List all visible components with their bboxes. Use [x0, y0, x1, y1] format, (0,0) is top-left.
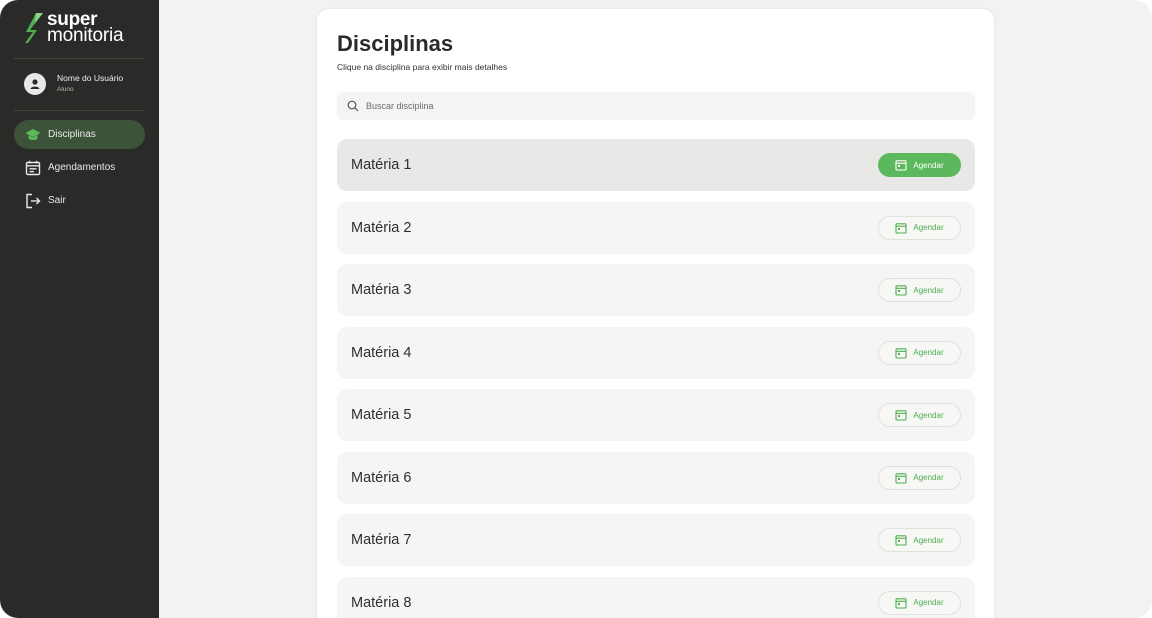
calendar-icon — [895, 597, 907, 609]
subject-name: Matéria 7 — [351, 532, 412, 548]
schedule-button[interactable]: Agendar — [878, 153, 961, 177]
schedule-button[interactable]: Agendar — [878, 340, 961, 365]
logo-bolt-icon — [25, 13, 43, 43]
search-bar[interactable] — [337, 92, 975, 120]
schedule-button-label: Agendar — [913, 223, 944, 232]
graduation-cap-icon — [25, 127, 41, 143]
sidebar-item-label: Sair — [48, 195, 66, 206]
schedule-button-label: Agendar — [913, 160, 944, 170]
logo: super monitoria — [24, 10, 124, 46]
search-input[interactable] — [366, 101, 946, 111]
subject-row[interactable]: Matéria 5 Agendar — [337, 389, 975, 441]
subject-name: Matéria 6 — [351, 469, 412, 486]
subject-row[interactable]: Matéria 1 Agendar — [337, 139, 975, 191]
schedule-button[interactable]: Agendar — [878, 528, 961, 552]
divider — [14, 58, 145, 59]
user-name: Nome do Usuário — [57, 73, 124, 83]
subject-name: Matéria 1 — [351, 157, 412, 173]
schedule-button[interactable]: Agendar — [878, 590, 961, 615]
calendar-icon — [895, 472, 907, 484]
sidebar-item-disciplinas[interactable]: Disciplinas — [14, 120, 145, 149]
sidebar-item-agendamentos[interactable]: Agendamentos — [14, 153, 145, 182]
calendar-icon — [895, 347, 907, 359]
sidebar: super monitoria Nome do Usuário Aluno Di… — [0, 0, 159, 618]
calendar-icon — [895, 535, 907, 546]
schedule-button-label: Agendar — [913, 410, 944, 420]
app-window: super monitoria Nome do Usuário Aluno Di… — [0, 0, 1152, 618]
user-profile[interactable]: Nome do Usuário Aluno — [24, 73, 123, 95]
schedule-button-label: Agendar — [913, 473, 944, 482]
search-icon — [347, 100, 359, 112]
main-card: Disciplinas Clique na disciplina para ex… — [317, 9, 994, 618]
subject-name: Matéria 4 — [351, 344, 412, 361]
schedule-button-label: Agendar — [913, 285, 944, 295]
schedule-button-label: Agendar — [913, 535, 944, 545]
subject-name: Matéria 5 — [351, 407, 412, 423]
subject-name: Matéria 2 — [351, 219, 412, 236]
calendar-icon — [895, 285, 907, 296]
schedule-button-label: Agendar — [913, 598, 944, 607]
user-icon — [30, 79, 40, 89]
schedule-button[interactable]: Agendar — [878, 403, 961, 427]
subject-name: Matéria 3 — [351, 282, 412, 298]
divider — [14, 110, 145, 111]
subject-row[interactable]: Matéria 6 Agendar — [337, 451, 975, 504]
schedule-button-label: Agendar — [913, 348, 944, 357]
schedule-button[interactable]: Agendar — [878, 465, 961, 490]
sidebar-item-label: Agendamentos — [48, 162, 116, 173]
subject-row[interactable]: Matéria 4 Agendar — [337, 326, 975, 379]
user-role: Aluno — [57, 86, 74, 93]
sidebar-nav: Disciplinas Agendamentos Sair — [14, 120, 145, 219]
schedule-button[interactable]: Agendar — [878, 215, 961, 240]
calendar-icon — [895, 160, 907, 171]
subject-name: Matéria 8 — [351, 594, 412, 611]
sidebar-item-sair[interactable]: Sair — [14, 186, 145, 215]
subject-row[interactable]: Matéria 3 Agendar — [337, 264, 975, 316]
sidebar-item-label: Disciplinas — [48, 129, 96, 140]
subject-row[interactable]: Matéria 7 Agendar — [337, 514, 975, 566]
page-subtitle: Clique na disciplina para exibir mais de… — [337, 62, 508, 72]
subject-row[interactable]: Matéria 2 Agendar — [337, 201, 975, 254]
calendar-icon — [895, 222, 907, 234]
schedule-button[interactable]: Agendar — [878, 278, 961, 302]
logo-text-monitoria: monitoria — [47, 25, 124, 46]
calendar-icon — [895, 410, 907, 421]
subject-list: Matéria 1 Agendar Matéria 2 Agendar Matéria … — [337, 139, 975, 618]
logout-icon — [25, 193, 41, 209]
page-title: Disciplinas — [337, 31, 454, 56]
subject-row[interactable]: Matéria 8 Agendar — [337, 576, 975, 618]
calendar-list-icon — [25, 160, 41, 176]
avatar — [24, 73, 46, 95]
